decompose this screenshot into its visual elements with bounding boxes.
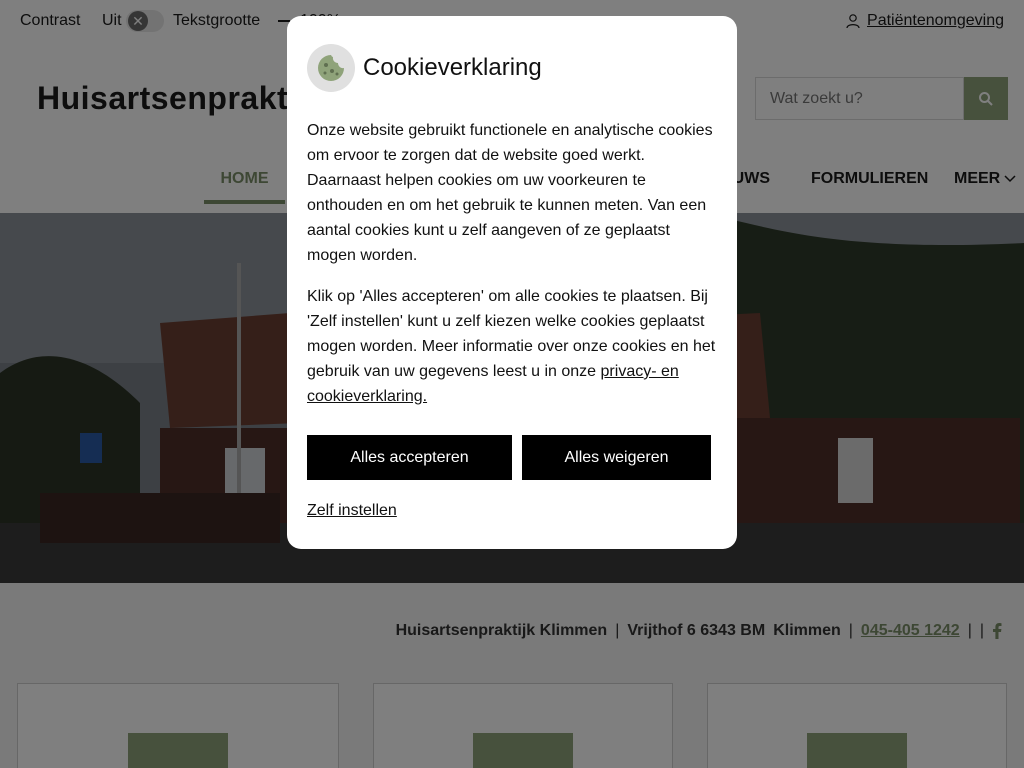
accept-all-button[interactable]: Alles accepteren — [307, 435, 512, 480]
dialog-header: Cookieverklaring — [307, 44, 717, 92]
cookie-intro-text: Onze website gebruikt functionele en ana… — [307, 122, 713, 264]
dialog-title: Cookieverklaring — [363, 54, 542, 81]
cookie-icon — [307, 44, 355, 92]
customize-cookies-link[interactable]: Zelf instellen — [307, 502, 397, 520]
cookie-info-text: Klik op 'Alles accepteren' om alle cooki… — [307, 284, 717, 409]
dialog-actions: Alles accepteren Alles weigeren — [307, 435, 717, 480]
reject-all-button[interactable]: Alles weigeren — [522, 435, 711, 480]
cookie-dialog: Cookieverklaring Onze website gebruikt f… — [287, 16, 737, 549]
